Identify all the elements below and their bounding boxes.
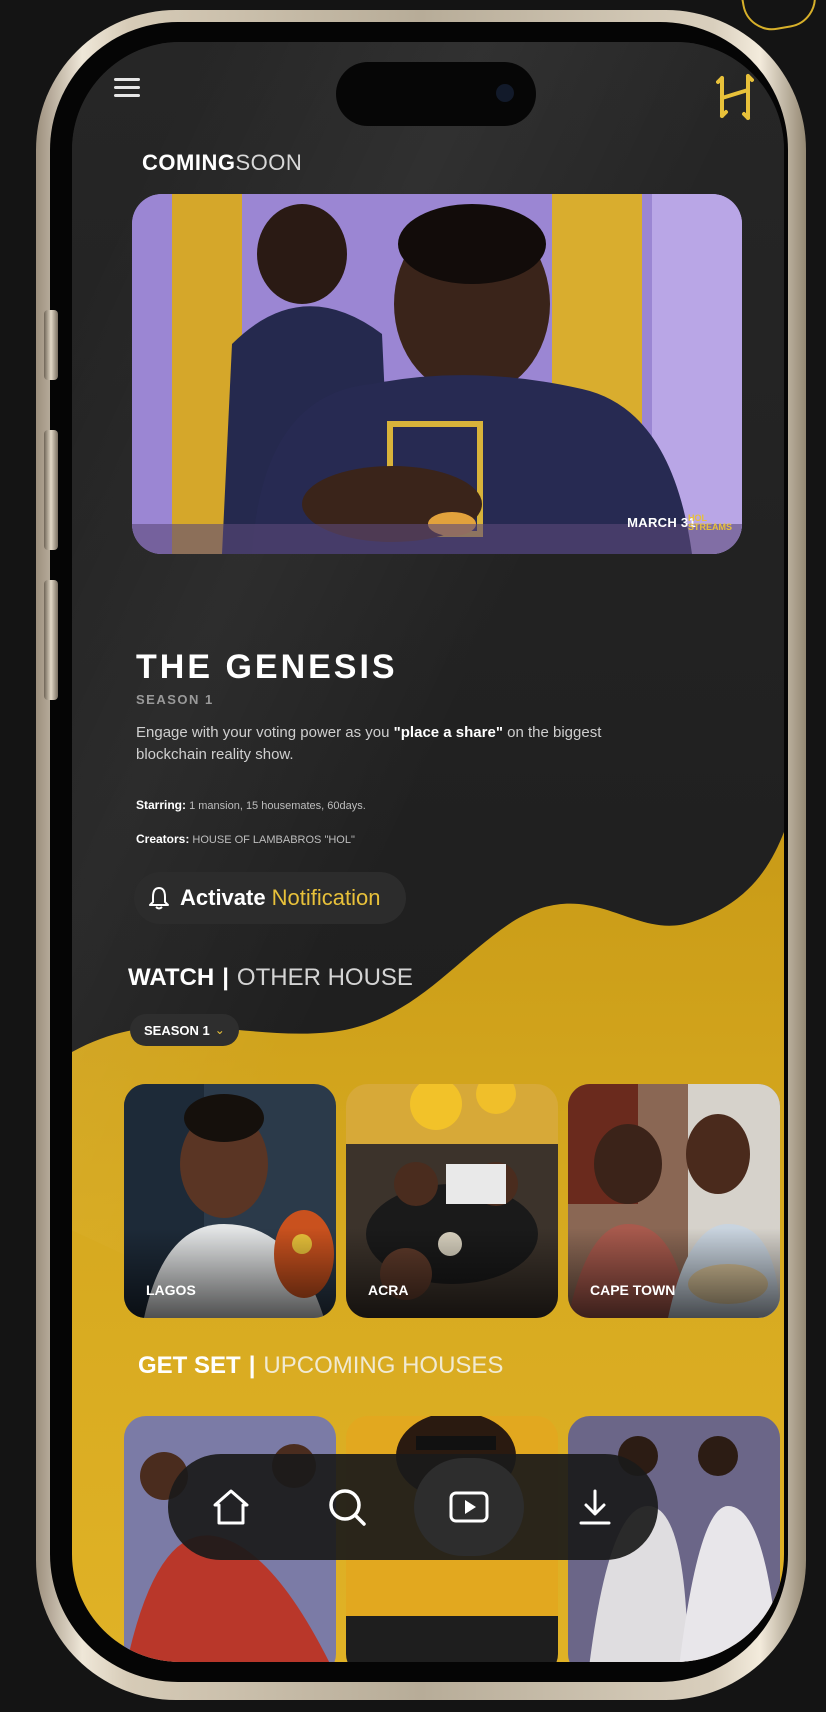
download-icon [579, 1489, 611, 1525]
watch-light[interactable]: OTHER HOUSE [237, 964, 413, 991]
creators-value: HOUSE OF LAMBABROS "HOL" [192, 834, 355, 846]
show-description: Engage with your voting power as you "pl… [136, 722, 616, 766]
nav-search[interactable] [292, 1454, 402, 1560]
hamburger-menu-icon[interactable] [114, 78, 140, 98]
house-card-lagos[interactable]: LAGOS [124, 1084, 336, 1318]
nav-watch[interactable] [414, 1458, 524, 1556]
description-bold: "place a share" [393, 724, 503, 741]
season-dropdown-label: SEASON 1 [144, 1022, 210, 1038]
coming-soon-heading: COMINGSOON [142, 150, 302, 176]
activate-notification-button[interactable]: Activate Notification [134, 872, 406, 924]
hero-trailer-image[interactable]: MARCH 31 HOL STREAMS [132, 194, 742, 554]
watch-other-house-heading: WATCH | OTHER HOUSE [128, 964, 413, 992]
house-card-label: LAGOS [146, 1282, 196, 1298]
show-season: SEASON 1 [136, 692, 214, 707]
season-dropdown[interactable]: SEASON 1 ⌄ [130, 1014, 239, 1046]
phone-side-button-action [44, 310, 58, 380]
house-card-acra[interactable]: ACRA [346, 1084, 558, 1318]
starring-label: Starring: [136, 798, 187, 812]
watch-bold: WATCH [128, 964, 215, 991]
play-icon [449, 1491, 489, 1523]
house-card-label: CAPE TOWN [590, 1282, 676, 1298]
getset-bold: GET SET [138, 1352, 241, 1379]
creators-label: Creators: [136, 832, 190, 846]
starring-line: Starring: 1 mansion, 15 housemates, 60da… [136, 798, 366, 812]
hero-streams-mark: HOL STREAMS [688, 513, 733, 532]
nav-download[interactable] [540, 1454, 650, 1560]
getset-separator: | [248, 1352, 256, 1379]
watch-separator: | [222, 964, 229, 991]
notify-word-activate: Activate [180, 885, 266, 910]
card-shade [124, 1228, 336, 1318]
home-icon [213, 1489, 249, 1525]
dynamic-island [336, 62, 536, 126]
brand-logo-h-icon[interactable] [716, 72, 754, 122]
corner-badge-outline [737, 0, 821, 35]
card-shade [568, 1228, 780, 1318]
description-prefix: Engage with your voting power as you [136, 724, 394, 741]
notify-word-notification: Notification [271, 885, 381, 910]
bottom-navigation-bar [168, 1454, 658, 1560]
coming-soon-light: SOON [235, 150, 303, 175]
house-card-cape-town[interactable]: CAPE TOWN [568, 1084, 780, 1318]
hero-photo-illustration [132, 194, 742, 554]
hero-release-date: MARCH 31 [627, 515, 696, 530]
show-title: THE GENESIS [136, 648, 398, 686]
card-shade [346, 1228, 558, 1318]
nav-home[interactable] [176, 1454, 286, 1560]
coming-soon-bold: COMING [142, 150, 236, 175]
getset-light[interactable]: UPCOMING HOUSES [263, 1352, 503, 1379]
phone-screen: COMINGSOON MARCH 31 HOL STREAMS THE GENE… [72, 42, 784, 1662]
camera-icon [496, 84, 514, 102]
starring-value: 1 mansion, 15 housemates, 60days. [189, 800, 366, 812]
house-card-label: ACRA [368, 1282, 409, 1298]
chevron-down-icon: ⌄ [214, 1023, 225, 1037]
creators-line: Creators: HOUSE OF LAMBABROS "HOL" [136, 832, 355, 846]
phone-side-button-volume-up [44, 430, 58, 550]
phone-side-button-volume-down [44, 580, 58, 700]
house-cards-row: LAGOS ACRA CAPE TOWN [124, 1084, 784, 1318]
get-set-heading: GET SET | UPCOMING HOUSES [138, 1352, 503, 1380]
bell-icon [149, 887, 169, 910]
search-icon [329, 1489, 366, 1526]
